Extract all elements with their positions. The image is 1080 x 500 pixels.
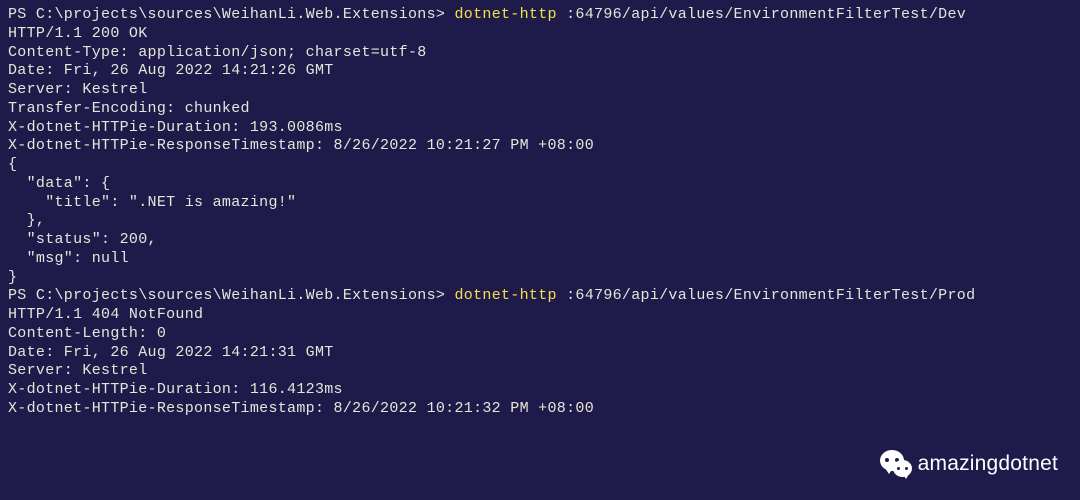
response-header: X-dotnet-HTTPie-ResponseTimestamp: 8/26/…	[8, 137, 1072, 156]
response-body-line: "data": {	[8, 175, 1072, 194]
response-header: X-dotnet-HTTPie-Duration: 193.0086ms	[8, 119, 1072, 138]
response-header: X-dotnet-HTTPie-ResponseTimestamp: 8/26/…	[8, 400, 1072, 419]
response-body-line: },	[8, 212, 1072, 231]
response-header: Content-Length: 0	[8, 325, 1072, 344]
command-name: dotnet-http	[454, 287, 556, 304]
response-body-line: "title": ".NET is amazing!"	[8, 194, 1072, 213]
response-header: Server: Kestrel	[8, 81, 1072, 100]
response-header: X-dotnet-HTTPie-Duration: 116.4123ms	[8, 381, 1072, 400]
watermark: amazingdotnet	[880, 450, 1058, 478]
response-body-line: }	[8, 269, 1072, 288]
http-status-line: HTTP/1.1 200 OK	[8, 25, 1072, 44]
response-body-line: {	[8, 156, 1072, 175]
response-header: Date: Fri, 26 Aug 2022 14:21:26 GMT	[8, 62, 1072, 81]
command-args: :64796/api/values/EnvironmentFilterTest/…	[557, 6, 966, 23]
response-header: Content-Type: application/json; charset=…	[8, 44, 1072, 63]
response-header: Date: Fri, 26 Aug 2022 14:21:31 GMT	[8, 344, 1072, 363]
response-header: Transfer-Encoding: chunked	[8, 100, 1072, 119]
response-body-line: "msg": null	[8, 250, 1072, 269]
prompt-line-1: PS C:\projects\sources\WeihanLi.Web.Exte…	[8, 6, 1072, 25]
ps-prompt: PS C:\projects\sources\WeihanLi.Web.Exte…	[8, 6, 454, 23]
command-name: dotnet-http	[454, 6, 556, 23]
http-status-line: HTTP/1.1 404 NotFound	[8, 306, 1072, 325]
watermark-text: amazingdotnet	[918, 451, 1058, 477]
ps-prompt: PS C:\projects\sources\WeihanLi.Web.Exte…	[8, 287, 454, 304]
response-body-line: "status": 200,	[8, 231, 1072, 250]
prompt-line-2: PS C:\projects\sources\WeihanLi.Web.Exte…	[8, 287, 1072, 306]
wechat-icon	[880, 450, 912, 478]
response-header: Server: Kestrel	[8, 362, 1072, 381]
terminal-output[interactable]: PS C:\projects\sources\WeihanLi.Web.Exte…	[8, 6, 1072, 419]
command-args: :64796/api/values/EnvironmentFilterTest/…	[557, 287, 976, 304]
